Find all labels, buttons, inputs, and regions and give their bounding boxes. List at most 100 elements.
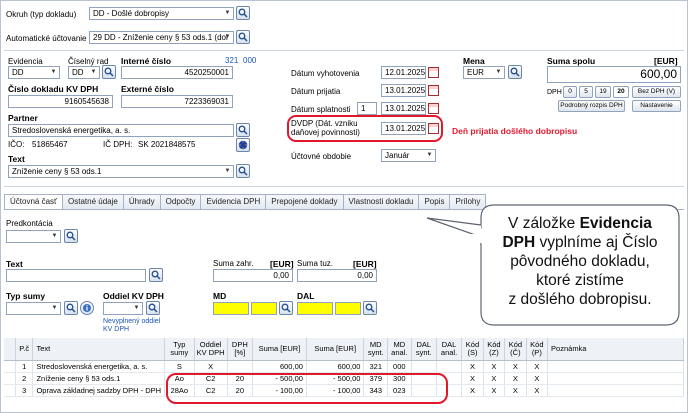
tab-uctovna-cast[interactable]: Účtovná časť <box>4 194 64 210</box>
column-header[interactable]: MD synt. <box>363 338 389 361</box>
prijatia-label: Dátum prijatia <box>291 87 341 96</box>
search-icon[interactable] <box>149 268 163 282</box>
column-header[interactable]: Kód (Č) <box>504 338 527 361</box>
search-icon[interactable] <box>64 229 78 243</box>
divider <box>4 186 684 187</box>
interne-label: Interné číslo <box>121 56 172 66</box>
nastavenie-button[interactable]: Nastavenie <box>632 100 681 112</box>
suma-zahr-label: Suma zahr. <box>213 259 254 268</box>
typ-sumy-select[interactable]: ▼ <box>6 302 61 315</box>
suma-label: Suma spolu <box>547 56 596 66</box>
calendar-icon[interactable] <box>428 85 439 96</box>
chevron-down-icon: ▼ <box>426 152 433 158</box>
search-icon[interactable] <box>146 301 160 315</box>
search-icon[interactable] <box>508 65 522 79</box>
tab-uhrady[interactable]: Úhrady <box>122 194 161 209</box>
tab-prepojene-doklady[interactable]: Prepojené doklady <box>265 194 344 209</box>
suma-tuz-field[interactable]: 0,00 <box>297 269 377 282</box>
chevron-down-icon: ▼ <box>133 305 140 311</box>
search-icon[interactable] <box>236 30 250 44</box>
icdph-value: SK 2021848575 <box>138 140 196 149</box>
ciselny-select[interactable]: DD ▼ <box>68 66 100 79</box>
prijatia-field[interactable]: 13.01.2025 <box>381 84 426 97</box>
dvdp-annotation: Deň prijatia došlého dobropisu <box>452 126 578 136</box>
table-cell <box>227 360 253 373</box>
okruh-select[interactable]: DD - Došlé dobropisy ▼ <box>89 7 234 20</box>
column-header[interactable]: MD anal. <box>387 338 412 361</box>
suma-field[interactable]: 600,00 <box>547 66 681 83</box>
externe-field[interactable]: 7223369031 <box>121 95 233 108</box>
eu-flag-icon[interactable] <box>236 138 250 152</box>
column-header[interactable]: Kód (S) <box>461 338 484 361</box>
range-to: 000 <box>243 56 257 65</box>
search-icon[interactable] <box>279 301 293 315</box>
search-icon[interactable] <box>363 301 377 315</box>
rate-20-button[interactable]: 20 <box>613 86 629 98</box>
interne-field[interactable]: 4520250001 <box>121 66 233 79</box>
column-header[interactable]: Kód (Z) <box>483 338 506 361</box>
suma-unit: [EUR] <box>654 56 678 66</box>
search-icon[interactable] <box>236 6 250 20</box>
column-header[interactable]: Poznámka <box>547 338 684 361</box>
table-row[interactable]: 1 Stredoslovenská energetika, a. s. S X … <box>4 360 684 373</box>
mena-select[interactable]: EUR ▼ <box>463 66 505 79</box>
calendar-icon[interactable] <box>428 67 439 78</box>
range-from: 321 <box>225 56 239 65</box>
rows-highlight <box>166 373 448 404</box>
table-cell <box>547 384 684 397</box>
table-cell: X <box>461 372 484 385</box>
acc-text-field[interactable] <box>6 269 146 282</box>
search-icon[interactable] <box>236 123 250 137</box>
tab-vlastnosti-dokladu[interactable]: Vlastnosti dokladu <box>342 194 420 209</box>
column-header[interactable]: Text <box>32 338 166 361</box>
table-cell: X <box>504 372 527 385</box>
splatnosti-field[interactable]: 13.01.2025 <box>381 102 426 115</box>
column-header[interactable]: DAL synt. <box>411 338 437 361</box>
search-icon[interactable] <box>236 164 250 178</box>
rate-19-button[interactable]: 19 <box>595 86 611 98</box>
column-header[interactable]: Suma [EUR] <box>252 338 307 361</box>
column-header[interactable]: Kód (P) <box>526 338 549 361</box>
obdobie-select[interactable]: Január ▼ <box>381 149 436 162</box>
predkontacia-select[interactable]: ▼ <box>6 230 61 243</box>
text-select[interactable]: Zníženie ceny § 53 ods.1 ▼ <box>8 165 234 178</box>
md-anal-field[interactable] <box>251 302 277 315</box>
search-icon[interactable] <box>102 65 116 79</box>
table-cell: 1 <box>15 360 34 373</box>
rate-5-button[interactable]: 5 <box>579 86 593 98</box>
podrobny-button[interactable]: Podrobný rozpis DPH <box>558 100 625 112</box>
tab-odpocty[interactable]: Odpočty <box>159 194 202 209</box>
search-icon[interactable] <box>64 301 78 315</box>
column-header-select[interactable] <box>4 338 16 361</box>
chevron-down-icon: ▼ <box>224 34 231 40</box>
rate-0-button[interactable]: 0 <box>563 86 577 98</box>
suma-zahr-field[interactable]: 0,00 <box>213 269 293 282</box>
auto-select[interactable]: 29 DD - Zníženie ceny § 53 ods.1 (dol ▼ <box>89 31 234 44</box>
oddiel-select[interactable]: ▼ <box>103 302 143 315</box>
predkontacia-label: Predkontácia <box>6 219 53 228</box>
info-icon[interactable] <box>80 301 94 315</box>
vyhotovenia-field[interactable]: 12.01.2025 <box>381 66 426 79</box>
column-header[interactable]: P.č <box>15 338 34 361</box>
calendar-icon[interactable] <box>428 103 439 114</box>
icdph-label: IČ DPH: <box>103 140 133 149</box>
dal-anal-field[interactable] <box>335 302 361 315</box>
text-label: Text <box>8 154 25 164</box>
partner-field[interactable]: Stredoslovenská energetika, a. s. <box>8 124 234 137</box>
column-header[interactable]: DPH [%] <box>227 338 253 361</box>
dal-synt-field[interactable] <box>297 302 333 315</box>
auto-label: Automatické účtovanie <box>6 34 87 43</box>
md-synt-field[interactable] <box>213 302 249 315</box>
column-header[interactable]: Typ sumy <box>164 338 195 361</box>
bez-dph-button[interactable]: Bez DPH (V) <box>632 86 681 98</box>
splatnosti-days-field[interactable]: 1 <box>357 102 377 115</box>
evidencia-select[interactable]: DD ▼ <box>8 66 60 79</box>
column-header[interactable]: DAL anal. <box>436 338 463 361</box>
table-cell: X <box>483 372 506 385</box>
tab-evidencia-dph[interactable]: Evidencia DPH <box>200 194 267 209</box>
column-header[interactable]: Suma [EUR] <box>306 338 365 361</box>
cislo-kv-field[interactable]: 9160545638 <box>8 95 113 108</box>
chevron-down-icon: ▼ <box>50 69 57 75</box>
column-header[interactable]: Oddiel KV DPH <box>194 338 228 361</box>
tab-ostatne-udaje[interactable]: Ostatné údaje <box>62 194 124 209</box>
